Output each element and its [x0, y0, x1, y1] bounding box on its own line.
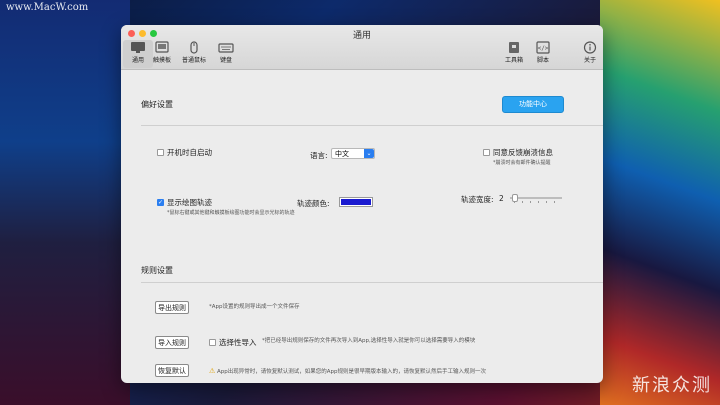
autostart-label: 开机时自启动	[167, 148, 212, 157]
divider	[141, 282, 603, 283]
mouse-icon	[190, 41, 198, 54]
trackpad-icon	[155, 41, 169, 53]
chevron-down-icon: ⌄	[364, 149, 374, 158]
language-select-value: 中文	[335, 150, 349, 158]
selective-import-label: 选择性导入	[219, 338, 257, 347]
slider-tick	[522, 201, 523, 203]
slider-tick	[554, 201, 555, 203]
script-icon: </>	[536, 41, 550, 54]
trail-color-label: 轨迹颜色:	[297, 199, 330, 208]
rules-title: 规则设置	[141, 266, 173, 275]
preferences-title: 偏好设置	[141, 100, 173, 109]
general-pane: 偏好设置 功能中心 开机时自启动 语言: 中文 ⌄ 同意反馈崩溃信息 *崩溃时会…	[121, 70, 603, 383]
monitor-icon	[131, 42, 145, 53]
wallpaper-right	[600, 0, 720, 405]
slider-tick	[546, 201, 547, 203]
tab-mouse[interactable]: 普通鼠标	[179, 40, 209, 68]
tab-about-label: 关于	[583, 57, 596, 64]
tab-about[interactable]: 关于	[575, 40, 603, 68]
preferences-window: 通用 通用 触摸板 普通鼠标 键盘 工具箱 </> 脚本 关于 偏好设置 功能中…	[121, 25, 603, 383]
slider-knob[interactable]	[512, 194, 518, 202]
feedback-checkbox[interactable]	[483, 149, 490, 156]
slider-tick	[530, 201, 531, 203]
keyboard-icon	[218, 43, 234, 53]
watermark: www.MacW.com	[6, 2, 89, 13]
feedback-label: 同意反馈崩溃信息	[493, 148, 553, 157]
trail-width-value: 2	[499, 194, 504, 203]
trail-width-slider[interactable]	[510, 193, 562, 203]
import-hint: *把已经导出规则保存的文件再次导入到App,选择性导入就是你可以选择需要导入的模…	[262, 338, 476, 344]
svg-text:</>: </>	[538, 45, 549, 52]
language-select[interactable]: 中文 ⌄	[331, 148, 375, 159]
trail-width-label: 轨迹宽度:	[461, 195, 494, 204]
tab-toolbox-label: 工具箱	[504, 57, 523, 64]
show-trail-checkbox[interactable]: ✓	[157, 199, 164, 206]
title-bar: 通用 通用 触摸板 普通鼠标 键盘 工具箱 </> 脚本 关于	[121, 25, 603, 70]
corner-mark: 新浪众测	[632, 375, 712, 396]
tab-script-label: 脚本	[536, 57, 549, 64]
autostart-checkbox[interactable]	[157, 149, 164, 156]
show-trail-hint: *鼠标右键或其他键和触摸板绘图功能时会显示光标的轨迹	[167, 210, 295, 216]
feature-center-button[interactable]: 功能中心	[502, 96, 564, 113]
tab-mouse-label: 普通鼠标	[181, 57, 206, 64]
warning-icon: ⚠	[209, 367, 216, 375]
feedback-hint: *崩溃时会有邮件确认提醒	[493, 160, 551, 166]
tab-trackpad[interactable]: 触摸板	[147, 40, 177, 68]
restore-hint-row: ⚠ App出现异常时，请恢复默认测试，如果您的App规则是很早期版本输入的，请恢…	[209, 367, 486, 375]
restore-hint: App出现异常时，请恢复默认测试，如果您的App规则是很早期版本输入的，请恢复默…	[217, 369, 487, 375]
tab-toolbox[interactable]: 工具箱	[499, 40, 529, 68]
language-label: 语言:	[310, 151, 328, 160]
tab-script[interactable]: </> 脚本	[528, 40, 558, 68]
export-rules-button[interactable]: 导出规则	[155, 301, 189, 314]
divider	[141, 125, 603, 126]
restore-default-button[interactable]: 恢复默认	[155, 364, 189, 377]
import-rules-button[interactable]: 导入规则	[155, 336, 189, 349]
export-hint: *App设置的规则导出成一个文件保存	[209, 304, 300, 310]
toolbox-icon	[509, 42, 519, 53]
slider-tick	[538, 201, 539, 203]
trail-color-swatch	[341, 199, 371, 205]
selective-import-checkbox[interactable]	[209, 339, 216, 346]
trail-color-well[interactable]	[339, 197, 373, 207]
show-trail-label: 显示绘图轨迹	[167, 198, 212, 207]
tab-trackpad-label: 触摸板	[152, 57, 171, 64]
tab-keyboard[interactable]: 键盘	[211, 40, 241, 68]
wallpaper-left	[0, 0, 130, 405]
info-icon	[583, 41, 597, 54]
tab-keyboard-label: 键盘	[219, 57, 232, 64]
